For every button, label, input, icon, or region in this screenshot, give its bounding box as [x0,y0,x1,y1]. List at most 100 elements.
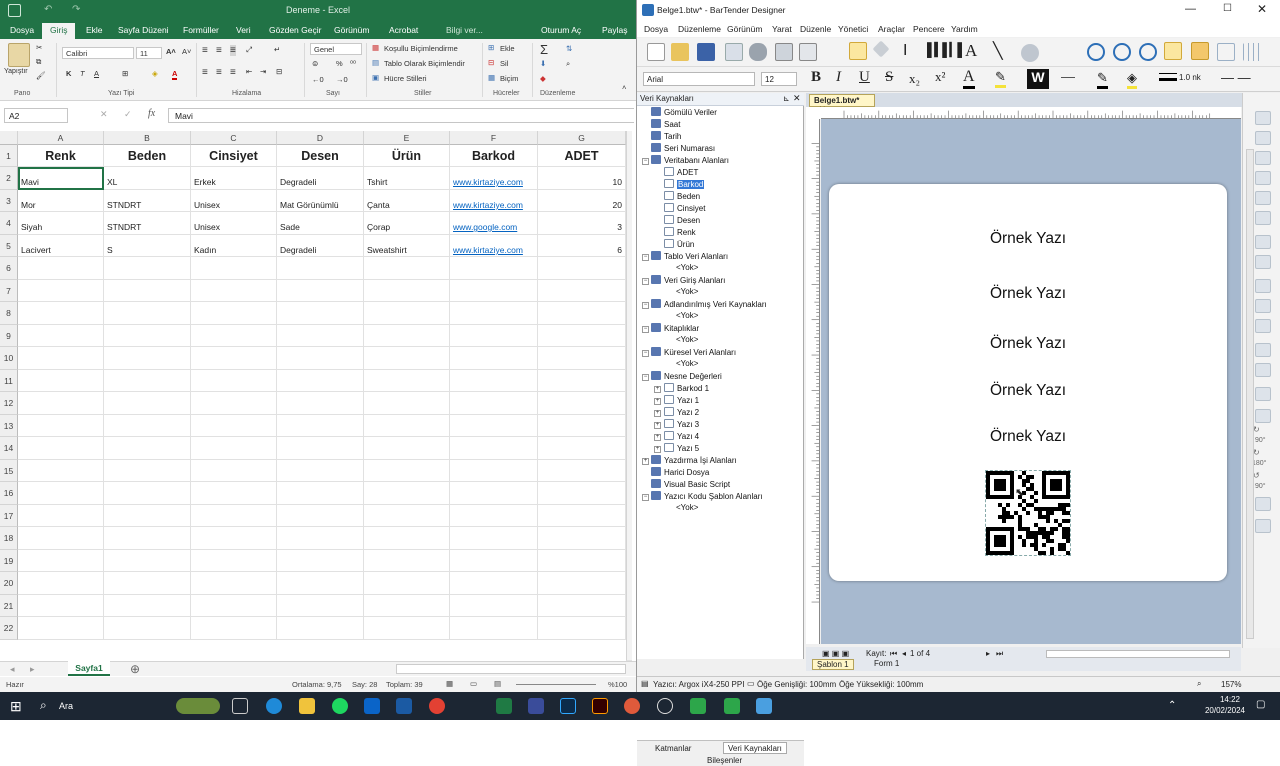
expand-icon[interactable]: + [654,386,661,393]
grid-icon[interactable] [1243,43,1261,61]
line-tool-icon[interactable]: ╲ [993,41,1003,61]
text-object-3[interactable]: Örnek Yazı [829,335,1227,353]
number-format-dropdown[interactable]: Genel [310,43,362,55]
expand-icon[interactable]: + [654,410,661,417]
table-cell[interactable]: S [104,235,191,257]
table-cell[interactable] [191,415,277,437]
taskbar-search[interactable]: Ara [59,701,73,711]
record-nav-icons[interactable]: ▣ ▣ ▣ [822,649,849,658]
table-cell[interactable] [191,550,277,572]
same-height-tool-icon[interactable] [1255,319,1271,333]
align-left-icon[interactable]: ≡ [202,67,208,78]
increase-decimal-icon[interactable]: ←0 [312,75,324,84]
table-cell[interactable] [450,280,538,302]
table-cell[interactable]: Unisex [191,212,277,235]
table-cell[interactable] [364,347,450,370]
send-back-tool-icon[interactable] [1255,363,1271,377]
tab-file[interactable]: Dosya [10,25,34,35]
paste-icon[interactable] [8,43,30,67]
table-cell[interactable]: XL [104,167,191,190]
vertical-scrollbar[interactable] [626,131,632,661]
text-object-5[interactable]: Örnek Yazı [829,428,1227,446]
document-tab[interactable]: Belge1.btw* ✕ [809,94,875,114]
table-cell[interactable] [18,460,104,482]
table-cell[interactable] [450,347,538,370]
table-cell[interactable] [364,437,450,460]
table-cell[interactable] [18,325,104,347]
taskbar-date[interactable]: 20/02/2024 [1200,706,1250,715]
tree-item[interactable]: <Yok> [676,335,698,344]
table-cell[interactable]: Mor [18,190,104,212]
table-cell[interactable] [277,347,364,370]
expand-icon[interactable]: + [654,446,661,453]
table-cell[interactable] [277,280,364,302]
task-view-icon[interactable] [232,698,248,714]
table-cell[interactable] [277,302,364,325]
flip-h-tool-icon[interactable] [1255,497,1271,511]
print-icon[interactable] [775,43,793,61]
chrome-icon[interactable] [429,698,445,714]
table-cell[interactable]: Sweatshirt [364,235,450,257]
row-header[interactable]: 10 [0,347,18,370]
table-cell[interactable] [450,325,538,347]
table-cell[interactable] [191,482,277,505]
table-cell[interactable] [104,595,191,617]
table-cell[interactable] [18,437,104,460]
notification-icon[interactable]: ▢ [1256,699,1265,710]
expand-icon[interactable]: + [654,398,661,405]
vertical-scrollbar[interactable] [1246,149,1254,639]
font-color-icon[interactable]: A [172,69,178,80]
distribute-h-tool-icon[interactable] [1255,235,1271,249]
table-cell[interactable]: STNDRT [104,212,191,235]
table-cell[interactable] [538,280,626,302]
line-style-icon[interactable] [1061,77,1075,78]
table-cell[interactable] [364,392,450,415]
table-cell[interactable] [450,370,538,392]
tree-item[interactable]: Gömülü Veriler [651,107,717,117]
text-cursor-icon[interactable]: I [903,42,907,60]
clear-icon[interactable]: ◆ [540,74,546,83]
table-cell[interactable] [191,347,277,370]
row-header[interactable]: 6 [0,257,18,280]
header-cell[interactable]: Ürün [364,145,450,167]
distribute-v-tool-icon[interactable] [1255,255,1271,269]
row-header[interactable]: 21 [0,595,18,617]
header-cell[interactable]: Barkod [450,145,538,167]
table-cell[interactable] [277,370,364,392]
widgets-icon[interactable] [176,698,220,714]
tree-item[interactable]: Harici Dosya [651,467,709,477]
menu-yarat[interactable]: Yarat [772,24,792,34]
table-cell[interactable]: Mat Görünümlü [277,190,364,212]
font-size-dropdown[interactable]: 11 [136,47,162,59]
row-header[interactable]: 19 [0,550,18,572]
table-cell[interactable] [104,302,191,325]
delete-cells-button[interactable]: Sil [500,59,508,68]
tree-item[interactable]: Adlandırılmış Veri Kaynakları [651,299,767,309]
align-center-icon[interactable]: ≡ [216,67,222,78]
rotate-90-icon[interactable]: ↻ [1253,425,1260,434]
row-header[interactable]: 18 [0,527,18,550]
table-cell[interactable] [538,572,626,595]
cut-icon[interactable]: ✂ [36,43,42,52]
row-header[interactable]: 8 [0,302,18,325]
table-cell[interactable]: 10 [538,167,626,190]
table-cell[interactable] [364,505,450,527]
tree-item[interactable]: Yazı 5 [664,443,699,453]
table-cell[interactable]: Çanta [364,190,450,212]
table-cell[interactable] [364,370,450,392]
column-header[interactable]: A [18,131,104,145]
tab-view[interactable]: Görünüm [334,25,369,35]
table-cell[interactable] [364,572,450,595]
new-sheet-icon[interactable]: ⊕ [130,662,140,676]
table-cell[interactable] [191,595,277,617]
table-cell[interactable] [364,280,450,302]
tree-item[interactable]: Kitaplıklar [651,323,699,333]
row-header[interactable]: 7 [0,280,18,302]
language-icon[interactable]: ⌃ [1168,700,1176,711]
table-cell[interactable] [450,527,538,550]
header-cell[interactable]: Cinsiyet [191,145,277,167]
pin-icon[interactable]: ⊾ [783,94,790,103]
horizontal-scrollbar[interactable] [396,664,626,674]
tab-katmanlar[interactable]: Katmanlar [655,744,691,753]
table-cell[interactable] [450,257,538,280]
